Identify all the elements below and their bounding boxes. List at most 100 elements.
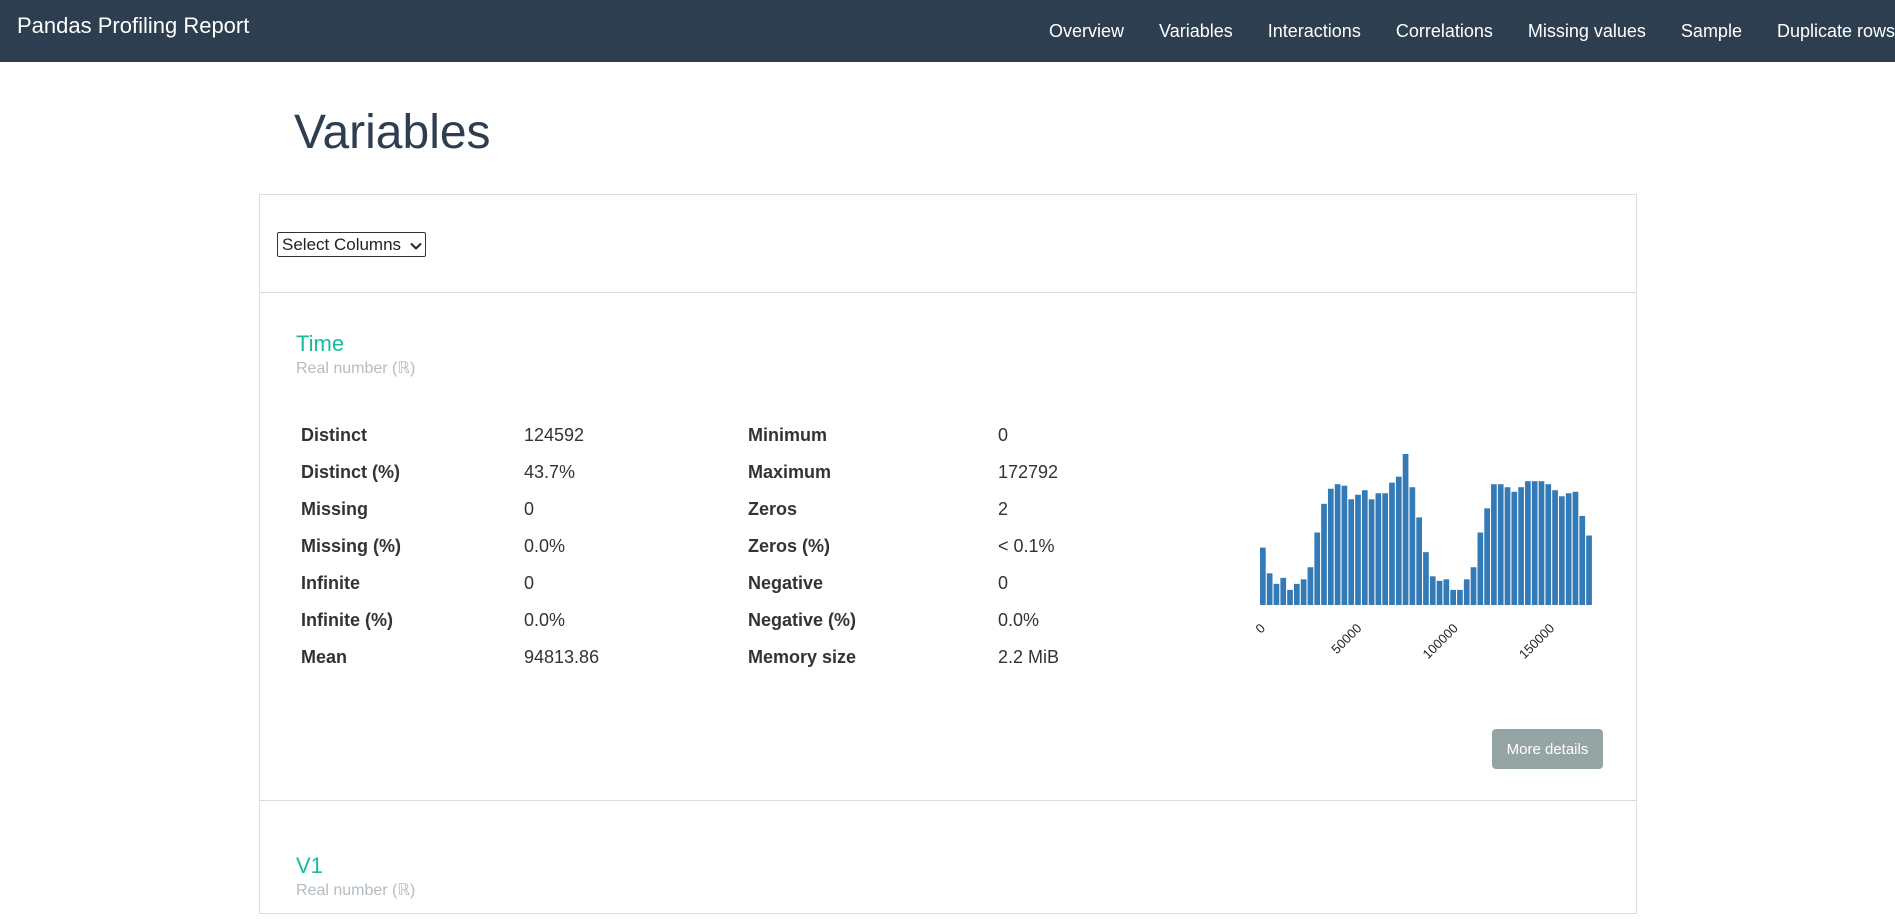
variable-name[interactable]: Time xyxy=(296,331,344,357)
histogram-bar xyxy=(1287,589,1293,605)
histogram-bar xyxy=(1375,493,1382,605)
more-details-button[interactable]: More details xyxy=(1492,729,1603,769)
histogram-bar xyxy=(1429,576,1436,605)
histogram-bar xyxy=(1559,496,1565,605)
histogram-bar xyxy=(1525,481,1531,605)
column-select-dropdown[interactable]: Select Columns xyxy=(277,232,426,257)
nav-duplicate-rows[interactable]: Duplicate rows xyxy=(1777,20,1895,42)
stat-value: 2.2 MiB xyxy=(998,647,1060,667)
histogram-bar xyxy=(1361,490,1368,605)
stat-value: 0 xyxy=(998,573,1009,593)
variable-type: Real number (ℝ) xyxy=(296,882,416,899)
histogram-bar xyxy=(1579,515,1586,605)
histogram-bar xyxy=(1382,493,1389,605)
histogram-bar xyxy=(1531,481,1538,605)
histogram-bar xyxy=(1307,567,1314,605)
x-tick-label: 150000 xyxy=(1516,621,1557,660)
stat-label: Zeros xyxy=(748,499,798,519)
stat-label: Zeros (%) xyxy=(748,536,831,556)
histogram-bar xyxy=(1443,579,1450,605)
histogram-chart: 0 50000 100000 150000 xyxy=(1252,454,1592,660)
stat-row: Minimum 0 xyxy=(743,417,1118,454)
stat-value: 94813.86 xyxy=(524,647,600,667)
stat-value: 0 xyxy=(524,573,535,593)
stat-row: Negative (%) 0.0% xyxy=(743,602,1118,639)
histogram-bar xyxy=(1545,484,1552,605)
histogram-bar xyxy=(1565,493,1572,605)
stat-row: Infinite 0 xyxy=(296,565,748,602)
histogram-bar xyxy=(1450,589,1456,605)
histogram-bar xyxy=(1511,491,1518,605)
stat-row: Memory size 2.2 MiB xyxy=(743,639,1118,676)
page-title: Variables xyxy=(294,106,491,159)
variable-card-v1: V1 Real number (ℝ) xyxy=(260,801,1636,921)
nav-correlations[interactable]: Correlations xyxy=(1396,20,1493,42)
variable-name[interactable]: V1 xyxy=(296,853,323,879)
stat-row: Distinct (%) 43.7% xyxy=(296,454,748,491)
stat-value: 0.0% xyxy=(524,610,566,630)
stat-value: 172792 xyxy=(998,462,1059,482)
histogram-bar xyxy=(1402,454,1409,605)
stat-row: Infinite (%) 0.0% xyxy=(296,602,748,639)
stat-value: 124592 xyxy=(524,425,585,445)
nav-sample[interactable]: Sample xyxy=(1681,20,1742,42)
histogram-bar xyxy=(1484,508,1490,605)
variable-type: Real number (ℝ) xyxy=(296,360,416,377)
histogram-bar xyxy=(1552,490,1558,605)
stat-value: 0 xyxy=(998,425,1009,445)
variable-card-time: Time Real number (ℝ) Distinct 124592 Dist… xyxy=(260,293,1636,801)
navbar: Pandas Profiling Report Overview Variabl… xyxy=(0,0,1895,62)
stat-value: 0 xyxy=(524,499,535,519)
histogram-bar xyxy=(1341,485,1348,605)
stat-label: Distinct (%) xyxy=(301,462,400,482)
nav-overview[interactable]: Overview xyxy=(1049,20,1124,42)
nav-missing-values[interactable]: Missing values xyxy=(1528,20,1646,42)
stat-label: Negative xyxy=(748,573,824,593)
histogram-bar xyxy=(1348,499,1355,605)
histogram-bar xyxy=(1273,583,1280,605)
histogram-bar xyxy=(1314,532,1321,605)
stats-table-left: Distinct 124592 Distinct (%) 43.7% Missing… xyxy=(296,417,748,676)
histogram-bar xyxy=(1504,487,1511,605)
stat-row: Zeros 2 xyxy=(743,491,1118,528)
histogram-bar xyxy=(1423,552,1429,605)
histogram-bar xyxy=(1355,494,1361,605)
nav-interactions[interactable]: Interactions xyxy=(1268,20,1361,42)
histogram-bar xyxy=(1389,482,1395,605)
stat-value: 0.0% xyxy=(524,536,566,556)
stat-label: Memory size xyxy=(748,647,857,667)
stat-row: Mean 94813.86 xyxy=(296,639,748,676)
stat-label: Infinite xyxy=(301,573,360,593)
stat-value: < 0.1% xyxy=(998,536,1055,556)
chevron-down-icon xyxy=(407,238,425,252)
histogram-bar xyxy=(1395,476,1402,605)
histogram-bar xyxy=(1321,503,1327,605)
stat-label: Negative (%) xyxy=(748,610,857,630)
stat-label: Maximum xyxy=(748,462,832,482)
histogram-bar xyxy=(1266,573,1273,605)
histogram-bar xyxy=(1457,589,1463,605)
stat-row: Missing (%) 0.0% xyxy=(296,528,748,565)
stat-row: Missing 0 xyxy=(296,491,748,528)
histogram-bar xyxy=(1280,577,1287,605)
column-filter-bar: Select Columns xyxy=(260,195,1636,293)
stat-value: 2 xyxy=(998,499,1009,519)
report-title-link[interactable]: Pandas Profiling Report xyxy=(17,13,249,39)
histogram-bar xyxy=(1300,579,1307,605)
histogram-bar xyxy=(1334,484,1341,605)
stat-row: Negative 0 xyxy=(743,565,1118,602)
histogram-bar xyxy=(1572,491,1579,605)
histogram-bar xyxy=(1470,567,1477,605)
x-tick-label: 50000 xyxy=(1328,621,1364,657)
histogram-bar xyxy=(1416,517,1423,605)
stat-value: 0.0% xyxy=(998,610,1040,630)
histogram-bar xyxy=(1518,487,1524,605)
stat-value: 43.7% xyxy=(524,462,576,482)
histogram-bar xyxy=(1497,484,1504,605)
stat-label: Missing (%) xyxy=(301,536,402,556)
stat-label: Mean xyxy=(301,647,348,667)
nav-variables[interactable]: Variables xyxy=(1159,20,1233,42)
histogram-bar xyxy=(1586,535,1592,605)
stats-table-right: Minimum 0 Maximum 172792 Zeros 2 Zeros (%) <… xyxy=(743,417,1118,676)
histogram-bar xyxy=(1491,484,1497,605)
